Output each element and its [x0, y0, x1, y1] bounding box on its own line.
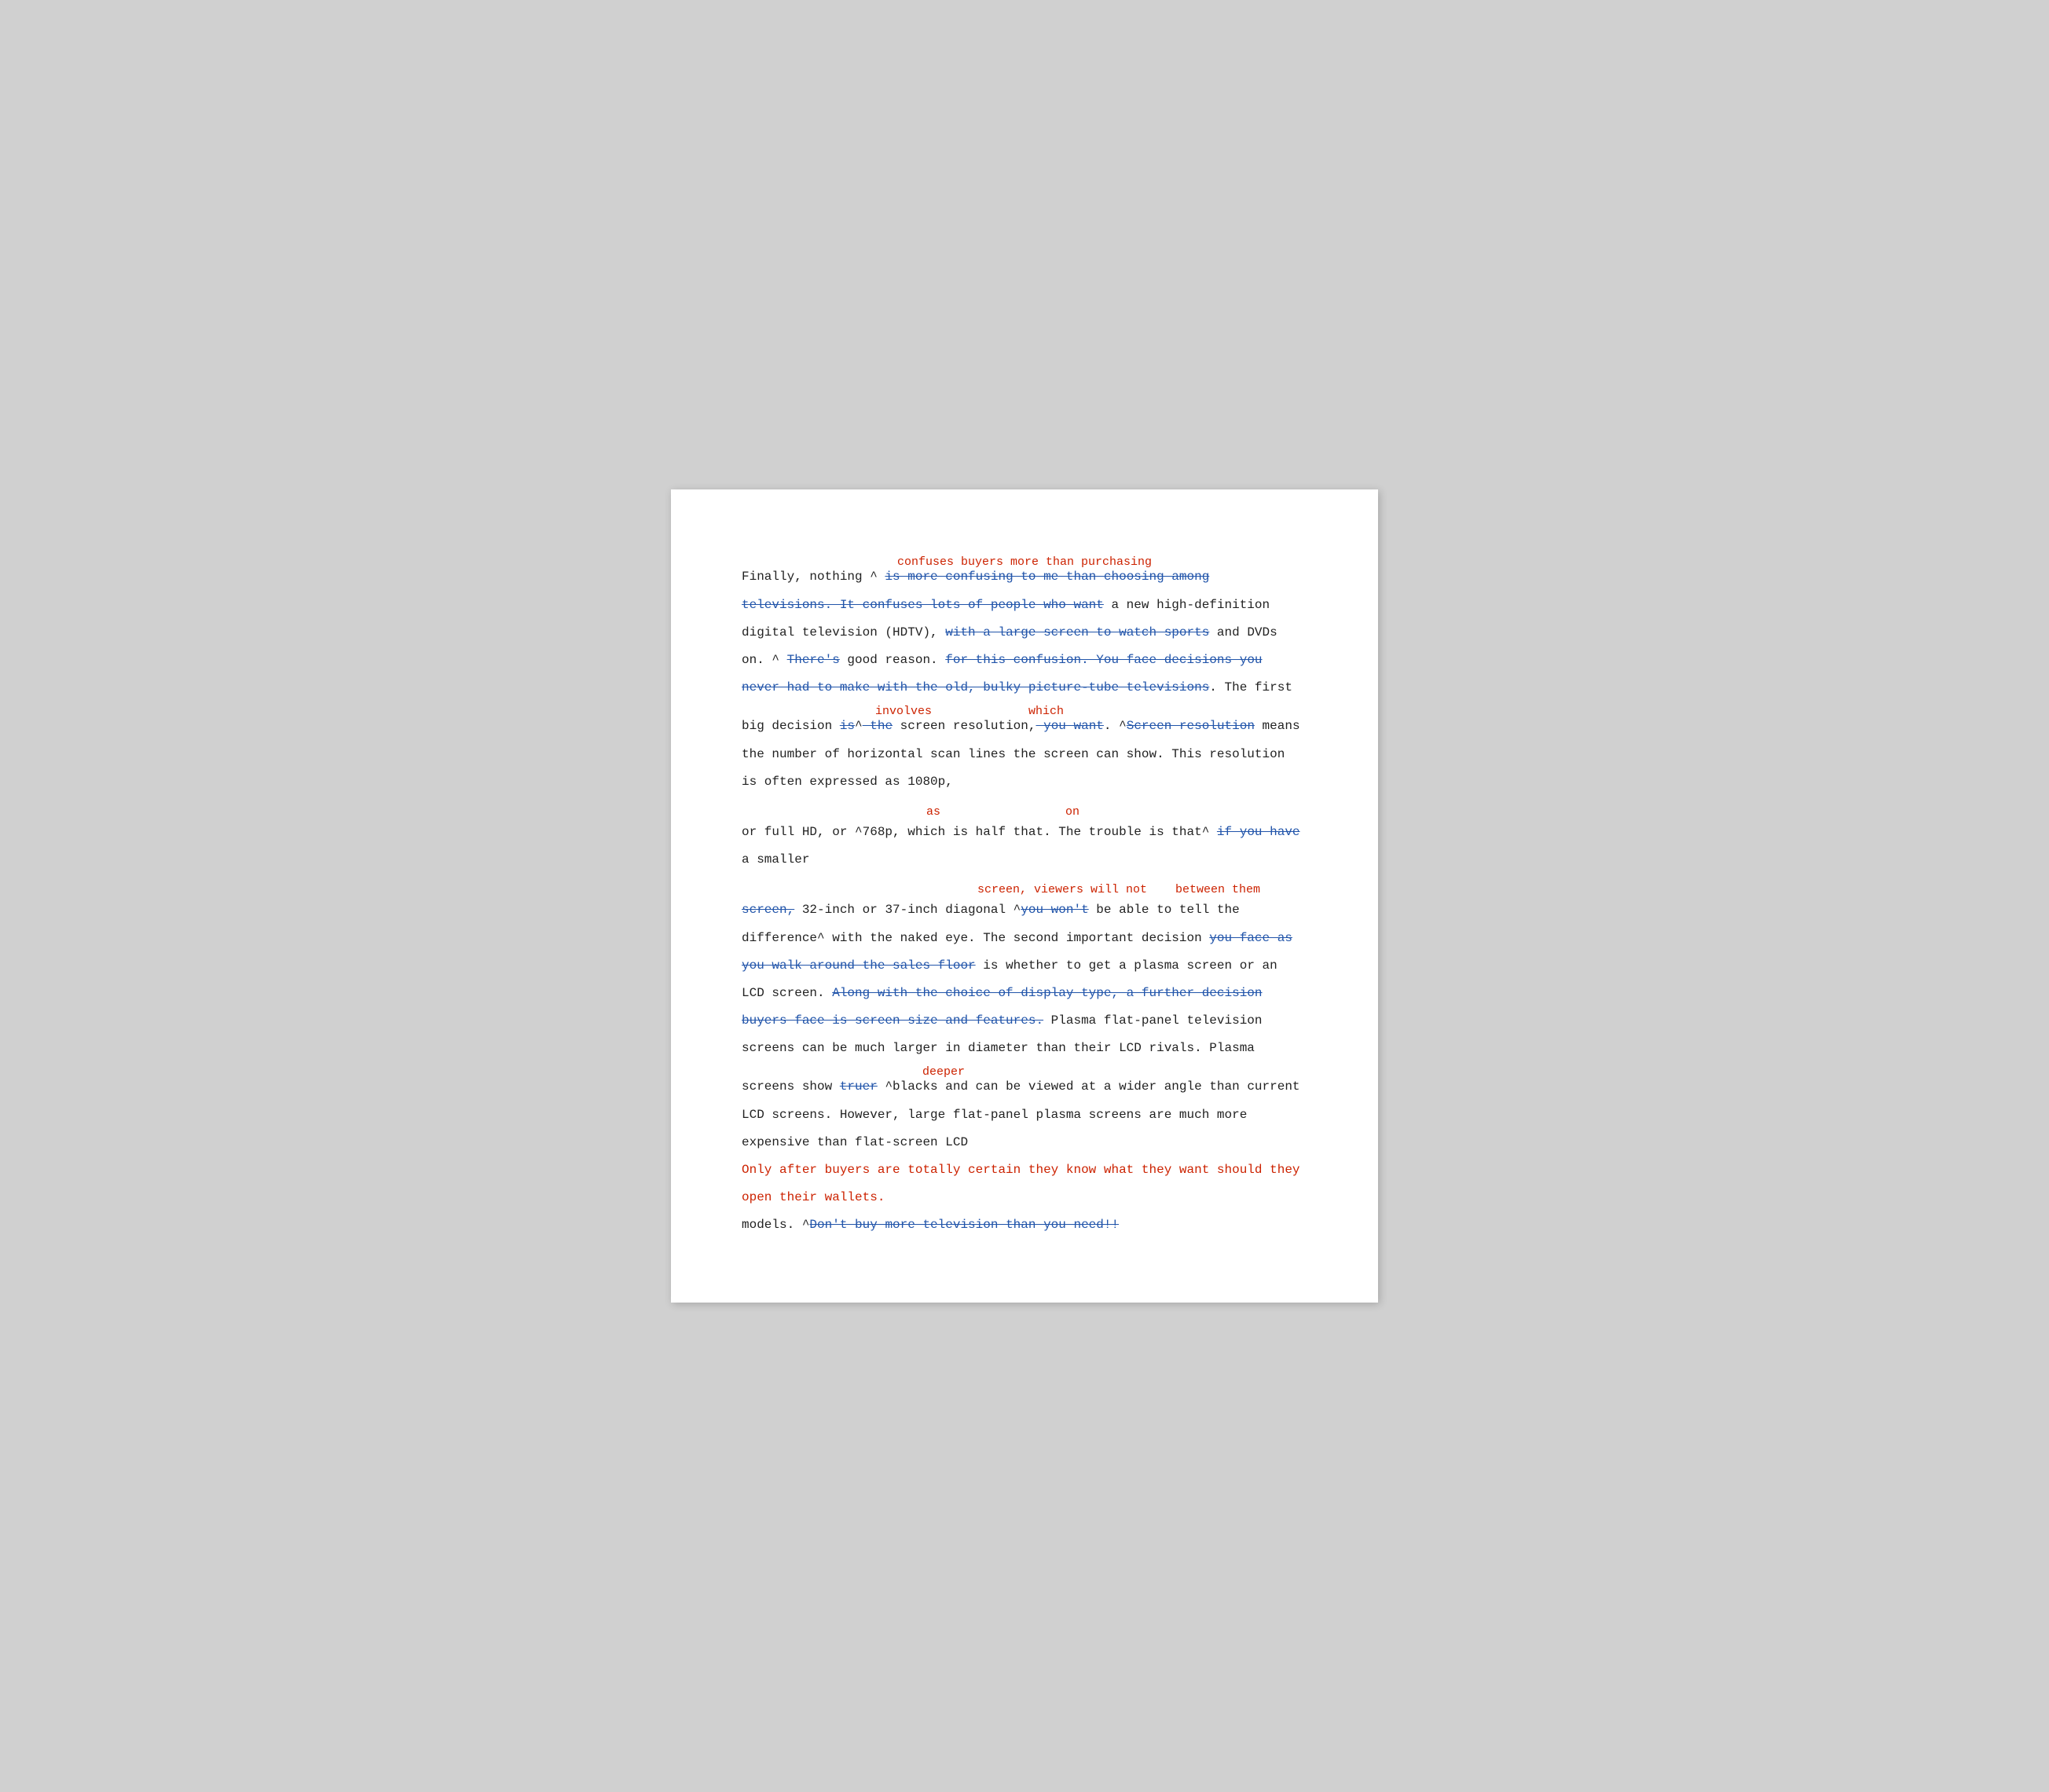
strike-10: screen,: [742, 903, 794, 917]
strike-11: you won't: [1021, 903, 1088, 917]
strike-8: Screen resolution: [1127, 719, 1255, 733]
paragraph-4: screens show truer ^blacks and can be vi…: [742, 1073, 1307, 1156]
paragraph-2: big decision is^ the screen resolution, …: [742, 713, 1307, 796]
strike-5: is: [840, 719, 855, 733]
para1-start: Finally, nothing ^: [742, 570, 885, 584]
strike-7: you want: [1035, 719, 1103, 733]
paragraph-1: Finally, nothing ^ is more confusing to …: [742, 563, 1307, 702]
para4-end: models. ^: [742, 1218, 809, 1232]
para1-end: . The first: [1209, 680, 1292, 694]
para3-cont: a smaller: [742, 852, 809, 867]
document-page: confuses buyers more than purchasing Fin…: [671, 489, 1378, 1302]
para3-cont2: 32-inch or 37-inch diagonal ^: [794, 903, 1021, 917]
para4-start: screens show: [742, 1079, 840, 1094]
paragraph-4-end: models. ^Don't buy more television than …: [742, 1211, 1307, 1239]
strike-2: with a large screen to watch sports: [945, 625, 1209, 639]
strike-3: There's: [787, 653, 840, 667]
para3-start: or full HD, or ^768p, which is half that…: [742, 825, 1217, 839]
paragraph-3-line2: screen, 32-inch or 37-inch diagonal ^you…: [742, 896, 1307, 1062]
paragraph-3-line1: or full HD, or ^768p, which is half that…: [742, 819, 1307, 874]
inserted-sentence-line: Only after buyers are totally certain th…: [742, 1156, 1307, 1211]
para1-good: good reason.: [840, 653, 945, 667]
para2-cont: screen resolution,: [893, 719, 1035, 733]
strike-14: truer: [840, 1079, 878, 1094]
para2-cont2: . ^: [1104, 719, 1127, 733]
strike-6: the: [863, 719, 893, 733]
caret-1: ^: [855, 719, 863, 733]
essay-content: confuses buyers more than purchasing Fin…: [742, 555, 1307, 1239]
para2-start: big decision: [742, 719, 840, 733]
inserted-sentence: Only after buyers are totally certain th…: [742, 1163, 1300, 1204]
strike-15: Don't buy more television than you need!…: [809, 1218, 1119, 1232]
strike-9: if you have: [1217, 825, 1300, 839]
